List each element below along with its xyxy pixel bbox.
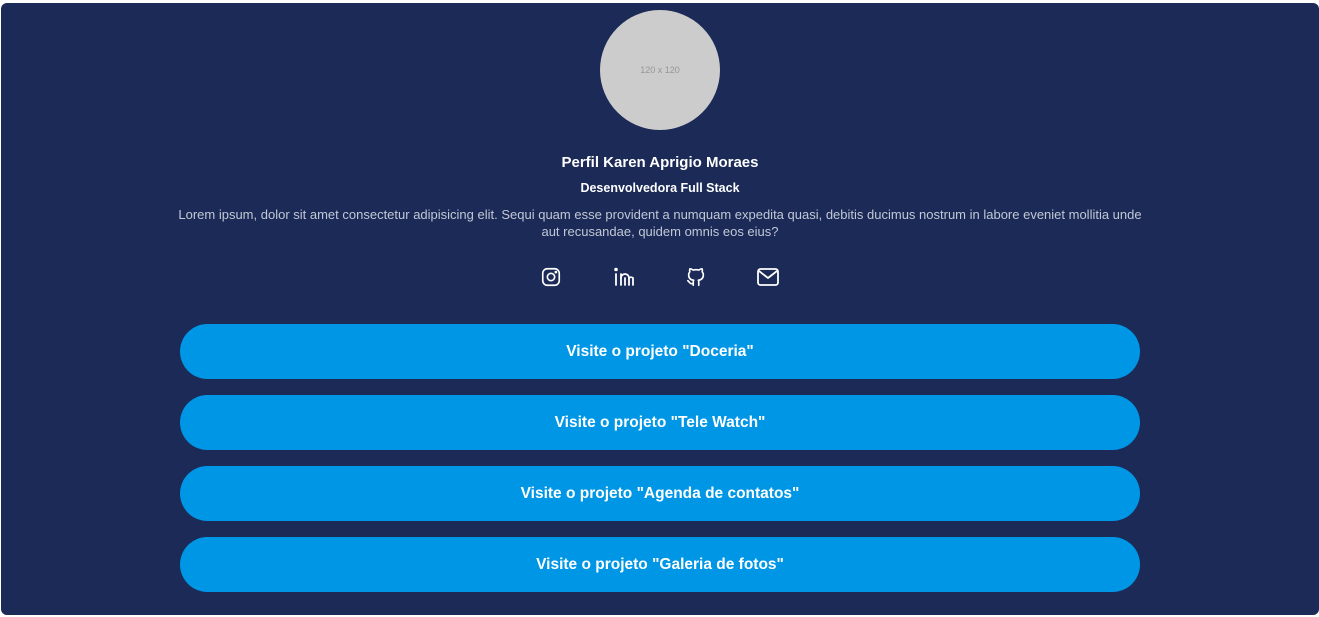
project-list: Visite o projeto "Doceria" Visite o proj…: [180, 324, 1140, 608]
github-icon: [686, 267, 705, 287]
profile-bio: Lorem ipsum, dolor sit amet consectetur …: [178, 207, 1142, 239]
project-button-agenda-de-contatos[interactable]: Visite o projeto "Agenda de contatos": [180, 466, 1140, 521]
project-button-doceria[interactable]: Visite o projeto "Doceria": [180, 324, 1140, 379]
profile-card: 120 x 120 Perfil Karen Aprigio Moraes De…: [1, 3, 1319, 615]
linkedin-icon: [614, 267, 634, 286]
linkedin-link[interactable]: [611, 264, 637, 290]
github-link[interactable]: [683, 264, 709, 290]
instagram-icon: [541, 267, 561, 287]
instagram-link[interactable]: [538, 264, 564, 290]
profile-title: Perfil Karen Aprigio Moraes: [561, 154, 759, 171]
avatar-placeholder-text: 120 x 120: [640, 65, 680, 75]
avatar: 120 x 120: [600, 10, 720, 130]
social-links: [536, 264, 786, 290]
profile-subtitle: Desenvolvedora Full Stack: [580, 181, 740, 195]
mail-icon: [757, 268, 779, 286]
mail-link[interactable]: [755, 264, 781, 290]
project-button-galeria-de-fotos[interactable]: Visite o projeto "Galeria de fotos": [180, 537, 1140, 592]
project-button-tele-watch[interactable]: Visite o projeto "Tele Watch": [180, 395, 1140, 450]
